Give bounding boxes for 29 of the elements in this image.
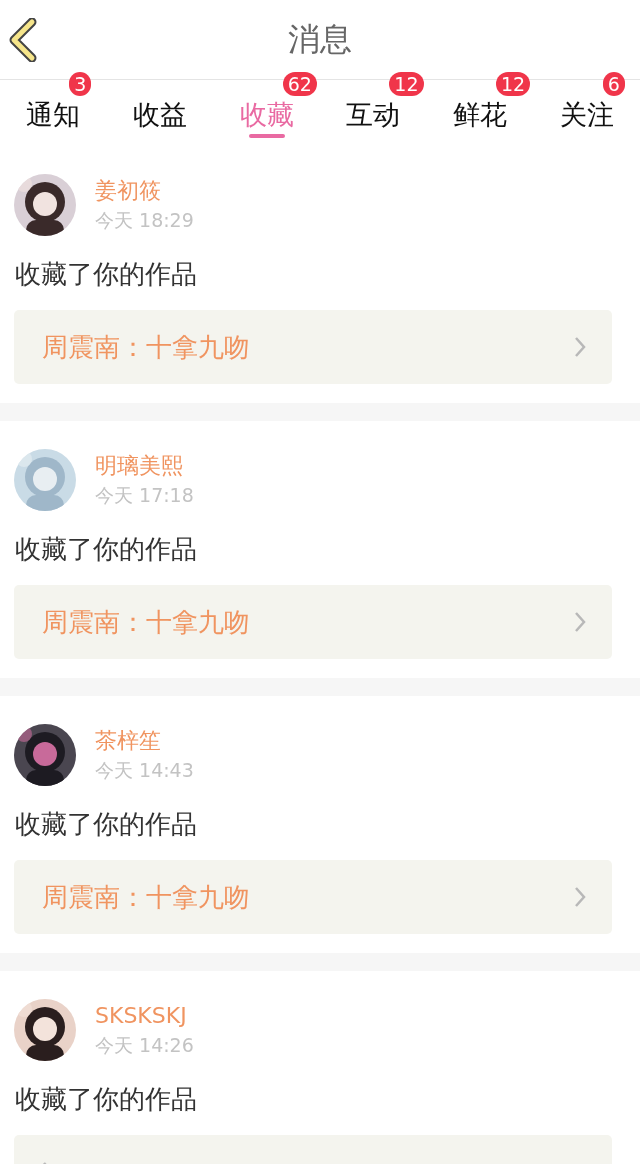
work-title: 周震南：十拿九吻 (42, 605, 250, 639)
timestamp: 今天 18:29 (95, 208, 194, 233)
timestamp: 今天 14:43 (95, 758, 194, 783)
user-name[interactable]: SKSKSKJ (95, 1002, 194, 1030)
count-badge: 6 (602, 72, 625, 96)
work-title: 周震南：十拿九吻 (42, 880, 250, 914)
count-badge: 12 (389, 72, 424, 96)
message-text: 收藏了你的作品 (14, 533, 198, 566)
chevron-right-icon (574, 611, 586, 633)
work-link-card[interactable]: 周震南：十拿九吻 (14, 585, 612, 659)
message-text: 收藏了你的作品 (14, 808, 198, 841)
message-text: 收藏了你的作品 (14, 1083, 198, 1116)
timestamp: 今天 17:18 (95, 483, 194, 508)
count-badge: 62 (282, 72, 317, 96)
count-badge: 3 (69, 72, 92, 96)
tab[interactable]: 收益 (106, 80, 214, 136)
work-link-card[interactable]: 周震南：十拿九吻 (14, 310, 612, 384)
user-name[interactable]: 茶梓笙 (95, 727, 194, 755)
user-name[interactable]: 明璃美熙 (95, 452, 194, 480)
page-title: 消息 (288, 19, 352, 60)
work-title: 周震南：十拿九吻 (42, 330, 250, 364)
work-link-card[interactable]: 周震南：十拿九吻 (14, 860, 612, 934)
message-text: 收藏了你的作品 (14, 258, 198, 291)
timestamp: 今天 14:26 (95, 1033, 194, 1058)
user-name[interactable]: 姜初筱 (95, 177, 194, 205)
tab-indicator (248, 134, 285, 138)
count-badge: 12 (496, 72, 531, 96)
chevron-right-icon (574, 886, 586, 908)
chevron-right-icon (574, 336, 586, 358)
